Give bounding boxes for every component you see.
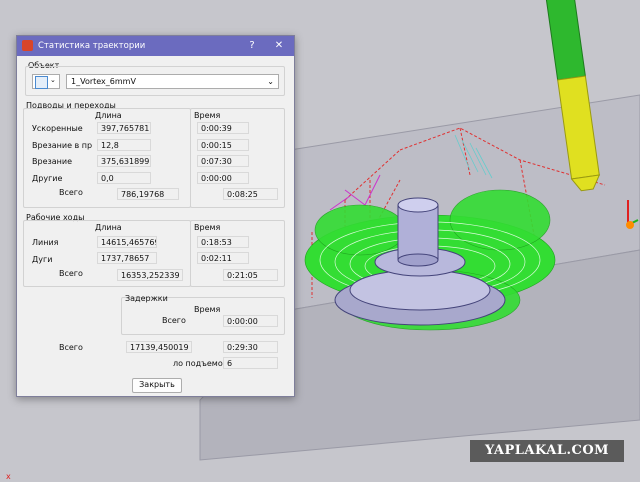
cutting-total-time: 0:21:05	[223, 269, 278, 281]
app-icon	[22, 40, 33, 51]
line-length-value: 14615,465769	[97, 236, 157, 248]
plunge-material-length-value: 12,8	[97, 139, 151, 151]
cutting-col-time: Время	[194, 223, 221, 232]
row-label-line: Линия	[32, 238, 59, 247]
delays-total-time: 0:00:00	[223, 315, 278, 327]
plunge-material-time-value: 0:00:15	[197, 139, 249, 151]
object-select[interactable]: 1_Vortex_6mmV ⌄	[66, 74, 279, 89]
grand-total-label: Всего	[59, 343, 83, 352]
delays-heading: Задержки	[125, 294, 168, 303]
approaches-total-time: 0:08:25	[223, 188, 278, 200]
lifts-count-label: ло подъемов	[173, 359, 228, 368]
cutting-total-label: Всего	[59, 269, 83, 278]
corner-mark: x	[6, 472, 11, 481]
row-label-arcs: Дуги	[32, 255, 53, 264]
watermark: YAPLAKAL.COM	[470, 440, 624, 462]
row-label-other: Другие	[32, 174, 63, 183]
approaches-col-length: Длина	[95, 111, 122, 120]
help-icon[interactable]: ?	[245, 39, 259, 53]
delays-total-label: Всего	[162, 316, 186, 325]
cutting-total-length: 16353,252339	[117, 269, 183, 281]
grand-total-time: 0:29:30	[223, 341, 278, 353]
plunge-time-value: 0:07:30	[197, 155, 249, 167]
plunge-length-value: 375,631899	[97, 155, 151, 167]
row-label-plunge: Врезание	[32, 157, 72, 166]
close-button[interactable]: Закрыть	[132, 378, 182, 393]
cutting-col-length: Длина	[95, 223, 122, 232]
line-time-value: 0:18:53	[197, 236, 249, 248]
chevron-down-icon: ⌄	[267, 77, 274, 86]
object-value: 1_Vortex_6mmV	[71, 77, 136, 86]
dialog-titlebar[interactable]: Статистика траектории ? ✕	[17, 36, 294, 56]
other-length-value: 0,0	[97, 172, 151, 184]
delays-col-time: Время	[194, 305, 221, 314]
toolpath-icon	[35, 76, 48, 89]
close-icon[interactable]: ✕	[272, 39, 286, 53]
trajectory-statistics-dialog: Статистика траектории ? ✕ Объект ⌄ 1_Vor…	[16, 35, 295, 397]
lifts-count-value: 6	[223, 357, 278, 369]
chevron-down-icon: ⌄	[50, 76, 56, 84]
grand-total-length: 17139,450019	[126, 341, 192, 353]
rapid-length-value: 397,765781	[97, 122, 151, 134]
object-type-dropdown[interactable]: ⌄	[32, 74, 60, 89]
row-label-rapid: Ускоренные	[32, 124, 83, 133]
approaches-col-time: Время	[194, 111, 221, 120]
arcs-length-value: 1737,78657	[97, 252, 157, 264]
approaches-total-label: Всего	[59, 188, 83, 197]
row-label-plunge-material: Врезание в пр	[32, 141, 92, 150]
approaches-total-length: 786,19768	[117, 188, 179, 200]
rapid-time-value: 0:00:39	[197, 122, 249, 134]
other-time-value: 0:00:00	[197, 172, 249, 184]
dialog-title: Статистика траектории	[38, 41, 146, 51]
arcs-time-value: 0:02:11	[197, 252, 249, 264]
